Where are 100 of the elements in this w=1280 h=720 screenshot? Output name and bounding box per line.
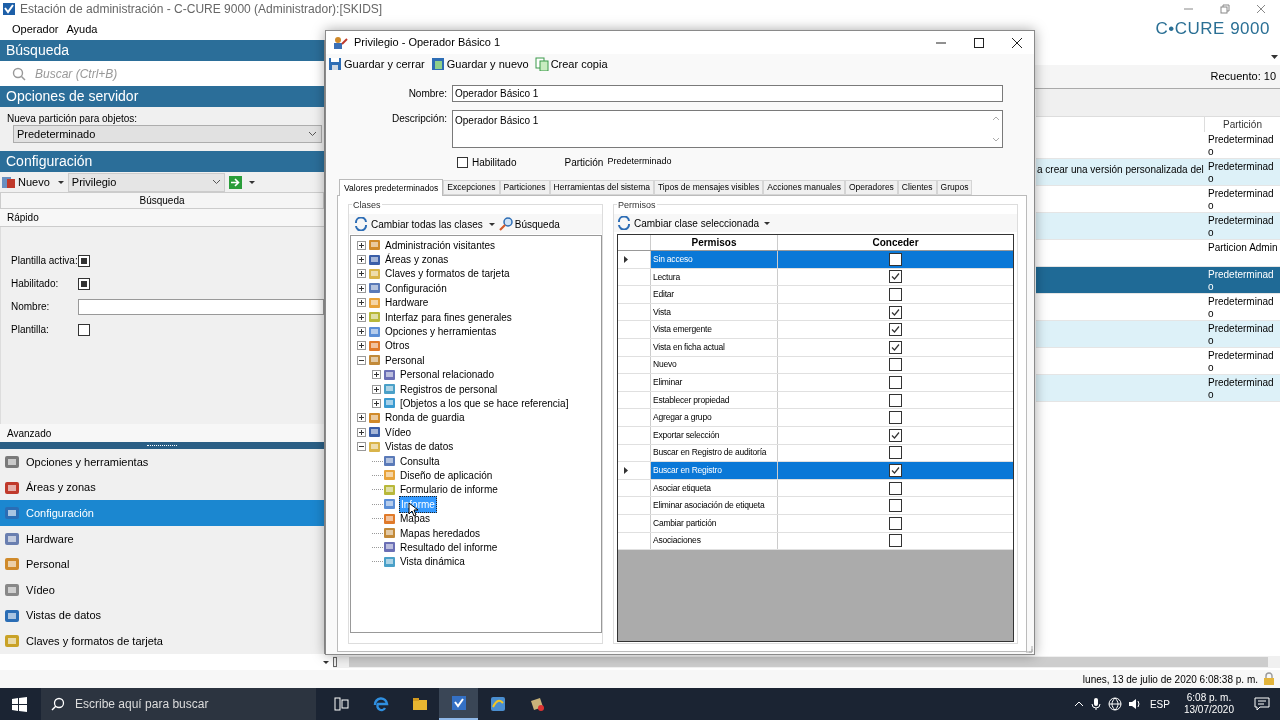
tree-item[interactable]: Vista dinámica xyxy=(399,554,466,570)
table-cell[interactable]: Buscar en Registro xyxy=(651,462,778,479)
section-header[interactable]: Rápido xyxy=(0,209,324,227)
checkbox[interactable] xyxy=(889,305,902,319)
type-dropdown[interactable]: Privilegio xyxy=(67,172,225,192)
tree-item[interactable]: Personal relacionado xyxy=(399,367,495,383)
expander-icon[interactable] xyxy=(357,341,366,351)
expander-icon[interactable] xyxy=(357,413,366,423)
chevron-up-icon[interactable] xyxy=(1073,699,1084,709)
checkbox[interactable] xyxy=(889,375,902,389)
table-row[interactable]: Predeterminado xyxy=(1036,294,1280,321)
tree-item[interactable]: Configuración xyxy=(384,280,448,296)
tree-item[interactable]: Claves y formatos de tarjeta xyxy=(384,266,511,282)
checkbox[interactable] xyxy=(889,323,902,337)
checkbox[interactable] xyxy=(889,411,902,425)
tab[interactable]: Excepciones xyxy=(443,180,500,195)
nav-item[interactable]: Hardware xyxy=(0,526,324,552)
checkbox[interactable] xyxy=(889,288,902,301)
nav-item[interactable]: Personal xyxy=(0,551,324,578)
tab[interactable]: Operadores xyxy=(844,180,898,195)
checkbox[interactable] xyxy=(889,446,902,460)
taskbar-search-box[interactable]: Escribe aquí para buscar xyxy=(41,688,316,720)
tree-item[interactable]: Otros xyxy=(384,338,411,354)
language-indicator[interactable]: ESP xyxy=(1149,696,1170,712)
search-field[interactable]: Escribe aquí para buscar xyxy=(75,695,295,713)
table-row[interactable]: Predeterminado xyxy=(1036,186,1280,213)
checkbox[interactable] xyxy=(457,156,468,168)
toolbar-button[interactable]: Guardar y nuevo xyxy=(429,55,530,73)
checkbox[interactable] xyxy=(889,358,902,372)
tree-item[interactable]: Vistas de datos xyxy=(384,439,455,455)
tree-item[interactable]: Personal xyxy=(384,352,426,368)
tab[interactable]: Clientes xyxy=(897,180,937,195)
checkbox[interactable] xyxy=(889,393,902,407)
checkbox[interactable] xyxy=(889,252,902,266)
tree-item[interactable]: Ronda de guardia xyxy=(384,410,466,426)
caret-icon[interactable] xyxy=(323,660,329,664)
caret-icon[interactable] xyxy=(488,222,495,226)
tab[interactable]: Herramientas del sistema xyxy=(549,180,654,195)
tree-item[interactable]: Interfaz para fines generales xyxy=(384,309,513,325)
expander-icon[interactable] xyxy=(372,370,381,380)
search-field[interactable]: Buscar (Ctrl+B) xyxy=(35,64,315,83)
tree-item[interactable]: Mapas heredados xyxy=(399,525,482,541)
expander-icon[interactable] xyxy=(357,427,366,437)
checkbox[interactable] xyxy=(889,481,902,495)
section-header[interactable]: Avanzado xyxy=(0,424,324,443)
toolbar-button[interactable]: Crear copia xyxy=(533,55,609,73)
tree-item[interactable]: [Objetos a los que se hace referencia] xyxy=(399,396,570,411)
go-arrow-icon[interactable] xyxy=(228,175,242,189)
expander-icon[interactable] xyxy=(357,240,366,250)
tree-item[interactable]: Diseño de aplicación xyxy=(399,467,494,483)
search-button[interactable]: Búsqueda xyxy=(498,216,560,232)
expander-icon[interactable] xyxy=(357,269,366,279)
clock[interactable]: 6:08 p. m. 13/07/2020 xyxy=(1183,692,1234,716)
table-row[interactable]: a crear una versión personalizada del Predeterminado xyxy=(1036,159,1280,186)
checkbox[interactable] xyxy=(889,516,902,530)
tree-item[interactable]: Vídeo xyxy=(384,424,413,440)
column-header[interactable]: Conceder xyxy=(778,235,1013,250)
checkbox[interactable] xyxy=(78,323,90,336)
tree-item[interactable]: Registros de personal xyxy=(399,381,499,397)
nav-item[interactable]: Vistas de datos xyxy=(0,602,324,629)
maximize-icon[interactable] xyxy=(974,37,984,48)
checkbox[interactable] xyxy=(78,254,90,267)
windows-start-icon[interactable] xyxy=(12,696,27,712)
tree-item[interactable]: Resultado del informe xyxy=(399,539,499,555)
column-header[interactable]: Permisos xyxy=(651,235,778,250)
caret-icon[interactable] xyxy=(1271,54,1278,59)
table-row[interactable]: Predeterminado xyxy=(1036,213,1280,240)
expander-icon[interactable] xyxy=(372,384,381,394)
checkbox[interactable] xyxy=(889,270,902,284)
caret-icon[interactable] xyxy=(57,180,64,184)
nav-item[interactable]: Claves y formatos de tarjeta xyxy=(0,628,324,654)
caret-icon[interactable] xyxy=(248,180,255,184)
checkbox[interactable] xyxy=(78,277,90,290)
name-input[interactable] xyxy=(78,298,324,315)
tree-item[interactable]: Formulario de informe xyxy=(399,482,499,498)
checkbox[interactable] xyxy=(889,428,902,442)
change-all-button[interactable]: Cambiar todas las clases xyxy=(354,216,483,232)
name-field[interactable]: Operador Básico 1 xyxy=(452,85,1003,102)
expander-icon[interactable] xyxy=(357,327,366,337)
table-row[interactable]: Predeterminado xyxy=(1036,321,1280,348)
resize-grip-icon[interactable] xyxy=(1024,644,1033,653)
tab[interactable]: Acciones manuales xyxy=(763,180,845,195)
expander-icon[interactable] xyxy=(357,312,366,322)
globe-icon[interactable] xyxy=(1107,697,1122,711)
panel-header[interactable]: Opciones de servidor xyxy=(0,86,324,107)
tab[interactable]: Tipos de mensajes visibles xyxy=(654,180,764,195)
search-tab[interactable]: Búsqueda xyxy=(0,192,324,209)
table-row[interactable]: Predeterminado xyxy=(1036,132,1280,159)
splitter[interactable] xyxy=(0,442,324,450)
microphone-icon[interactable] xyxy=(1089,697,1102,711)
expander-icon[interactable] xyxy=(357,355,366,365)
horizontal-scrollbar[interactable] xyxy=(333,656,1280,668)
caret-icon[interactable] xyxy=(764,221,771,225)
checkmark-app-icon[interactable] xyxy=(439,688,478,720)
nav-item[interactable]: Áreas y zonas xyxy=(0,474,324,501)
new-button[interactable]: Nuevo xyxy=(2,173,50,191)
checkbox[interactable] xyxy=(889,534,902,548)
panel-header[interactable]: Configuración xyxy=(0,151,324,172)
expander-icon[interactable] xyxy=(372,399,381,408)
nav-item[interactable]: Configuración xyxy=(0,500,324,527)
